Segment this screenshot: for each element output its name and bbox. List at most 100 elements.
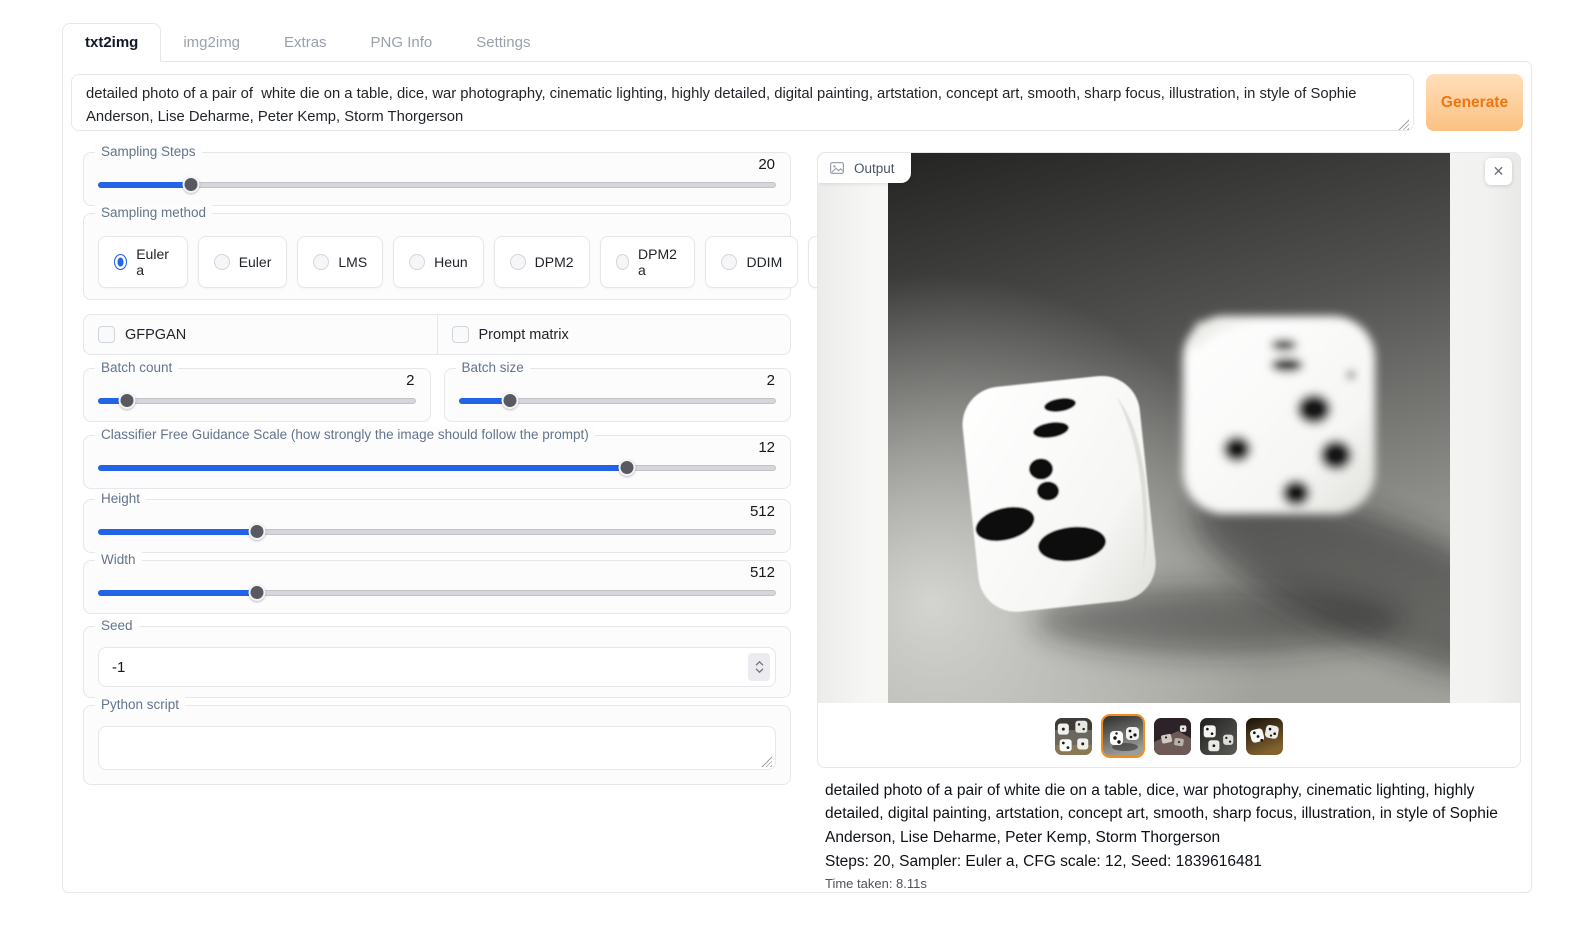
- tab-settings[interactable]: Settings: [454, 24, 552, 61]
- close-gallery-button[interactable]: ✕: [1485, 158, 1512, 185]
- checkbox-icon[interactable]: [98, 326, 115, 343]
- cfg-scale-slider[interactable]: [98, 460, 776, 476]
- slider-track[interactable]: [98, 398, 416, 404]
- batch-count-label: Batch count: [95, 360, 178, 375]
- slider-handle[interactable]: [249, 523, 266, 540]
- batch-count-value: 2: [406, 372, 414, 389]
- radio-label: LMS: [338, 254, 367, 270]
- radio-dpm2[interactable]: DPM2: [494, 236, 590, 288]
- gfpgan-label: GFPGAN: [125, 327, 186, 343]
- slider-fill: [98, 590, 257, 596]
- info-params-text: Steps: 20, Sampler: Euler a, CFG scale: …: [825, 850, 1521, 873]
- slider-fill: [98, 529, 257, 535]
- slider-handle[interactable]: [618, 459, 635, 476]
- thumbnail-5[interactable]: [1246, 718, 1283, 755]
- checkbox-icon[interactable]: [452, 326, 469, 343]
- gfpgan-checkbox[interactable]: GFPGAN: [84, 315, 437, 354]
- output-image[interactable]: [888, 153, 1450, 703]
- height-value: 512: [750, 503, 775, 520]
- height-group: Height 512: [83, 499, 791, 553]
- thumbnail-3[interactable]: [1154, 718, 1191, 755]
- generation-info: detailed photo of a pair of white die on…: [817, 779, 1521, 891]
- radio-heun[interactable]: Heun: [393, 236, 483, 288]
- thumbnail-4[interactable]: [1200, 718, 1237, 755]
- width-value: 512: [750, 564, 775, 581]
- slider-handle[interactable]: [249, 584, 266, 601]
- prompt-input[interactable]: detailed photo of a pair of white die on…: [71, 74, 1414, 131]
- radio-label: DPM2: [535, 254, 574, 270]
- output-image-stage: [818, 153, 1520, 703]
- sampling-method-options: Euler a Euler LMS Heun: [98, 236, 776, 288]
- sampling-method-label: Sampling method: [95, 205, 212, 220]
- chevron-down-icon: [755, 668, 764, 673]
- radio-ddim[interactable]: DDIM: [705, 236, 798, 288]
- cfg-scale-value: 12: [758, 439, 775, 456]
- radio-selected-icon: [114, 254, 127, 270]
- close-icon: ✕: [1493, 163, 1505, 180]
- seed-stepper[interactable]: [748, 653, 770, 681]
- txt2img-panel: detailed photo of a pair of white die on…: [62, 61, 1532, 893]
- python-script-input[interactable]: [98, 726, 776, 770]
- output-gallery: Output ✕: [817, 152, 1521, 768]
- cfg-scale-group: Classifier Free Guidance Scale (how stro…: [83, 435, 791, 489]
- radio-euler[interactable]: Euler: [198, 236, 288, 288]
- info-prompt-text: detailed photo of a pair of white die on…: [825, 779, 1521, 849]
- radio-euler-a[interactable]: Euler a: [98, 236, 188, 288]
- radio-icon: [313, 254, 329, 270]
- batch-size-slider[interactable]: [459, 393, 777, 409]
- tab-bar: txt2img img2img Extras PNG Info Settings: [62, 20, 1532, 61]
- height-label: Height: [95, 491, 146, 506]
- chevron-up-icon: [755, 661, 764, 666]
- width-group: Width 512: [83, 560, 791, 614]
- radio-dpm2-a[interactable]: DPM2 a: [600, 236, 696, 288]
- sampling-steps-label: Sampling Steps: [95, 144, 202, 159]
- sampling-steps-group: Sampling Steps 20: [83, 152, 791, 206]
- radio-lms[interactable]: LMS: [297, 236, 383, 288]
- batch-size-label: Batch size: [456, 360, 530, 375]
- height-slider[interactable]: [98, 524, 776, 540]
- batch-count-group: Batch count 2: [83, 368, 431, 422]
- cfg-scale-label: Classifier Free Guidance Scale (how stro…: [95, 427, 595, 442]
- toggles-group: GFPGAN Prompt matrix: [83, 314, 791, 355]
- seed-group: Seed: [83, 626, 791, 698]
- tab-extras[interactable]: Extras: [262, 24, 349, 61]
- tab-png-info[interactable]: PNG Info: [349, 24, 455, 61]
- slider-track[interactable]: [98, 182, 776, 188]
- slider-fill: [98, 465, 627, 471]
- batch-size-group: Batch size 2: [444, 368, 792, 422]
- width-slider[interactable]: [98, 585, 776, 601]
- python-script-group: Python script: [83, 705, 791, 785]
- thumbnail-2-selected[interactable]: [1101, 714, 1145, 758]
- radio-icon: [510, 254, 526, 270]
- radio-icon: [409, 254, 425, 270]
- info-time-taken: Time taken: 8.11s: [825, 876, 1521, 891]
- radio-icon: [616, 254, 629, 270]
- radio-icon: [721, 254, 737, 270]
- sd-webui-window: txt2img img2img Extras PNG Info Settings…: [62, 20, 1532, 894]
- generate-button[interactable]: Generate: [1426, 74, 1523, 131]
- radio-label: Heun: [434, 254, 467, 270]
- batch-count-slider[interactable]: [98, 393, 416, 409]
- prompt-matrix-label: Prompt matrix: [479, 327, 569, 343]
- radio-icon: [214, 254, 230, 270]
- tab-img2img[interactable]: img2img: [161, 24, 262, 61]
- slider-handle[interactable]: [118, 392, 135, 409]
- seed-label: Seed: [95, 618, 139, 633]
- tab-txt2img[interactable]: txt2img: [62, 23, 161, 62]
- thumbnail-strip: [818, 703, 1520, 768]
- width-label: Width: [95, 552, 142, 567]
- slider-handle[interactable]: [182, 176, 199, 193]
- thumbnail-1[interactable]: [1055, 718, 1092, 755]
- output-panel-label: Output: [818, 153, 911, 183]
- slider-fill: [98, 182, 191, 188]
- batch-size-value: 2: [767, 372, 775, 389]
- slider-handle[interactable]: [502, 392, 519, 409]
- radio-label: Euler: [239, 254, 272, 270]
- seed-input[interactable]: [98, 647, 776, 687]
- python-script-label: Python script: [95, 697, 185, 712]
- sampling-steps-value: 20: [758, 156, 775, 173]
- sampling-steps-slider[interactable]: [98, 177, 776, 193]
- output-label-text: Output: [854, 161, 895, 176]
- image-icon: [829, 160, 845, 176]
- prompt-matrix-checkbox[interactable]: Prompt matrix: [437, 315, 791, 354]
